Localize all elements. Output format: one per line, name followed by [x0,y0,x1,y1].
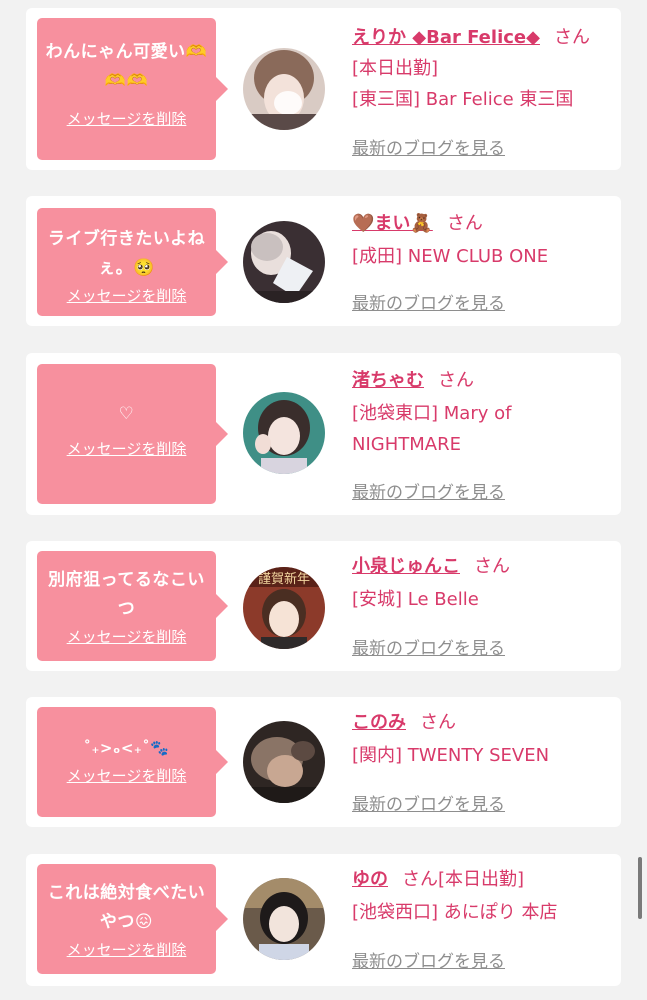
latest-blog-link[interactable]: 最新のブログを見る [352,947,505,972]
cast-name-link[interactable]: えりか ◆Bar Felice◆ [352,27,540,48]
honorific: さん [420,712,456,733]
avatar-caption: 謹賀新年 [258,571,310,587]
message-bubble: わんにゃん可愛い🫶🫶🫶 メッセージを削除 [37,18,228,160]
honorific: さん [553,27,590,48]
shop-name: [池袋東口] Mary of NIGHTMARE [352,403,512,455]
avatar[interactable] [243,878,325,960]
message-bubble: ♡ メッセージを削除 [37,364,228,504]
delete-message-link[interactable]: メッセージを削除 [67,285,187,306]
list-item: ライブ行きたいよねぇ。🥺 メッセージを削除 🤎まい🧸 さん [成田] NEW CL… [26,196,621,326]
cast-info: えりか ◆Bar Felice◆ さん [本日出勤] [東三国] Bar Felic… [352,22,614,115]
shop-name: [安城] Le Belle [352,589,479,610]
delete-message-link[interactable]: メッセージを削除 [67,438,187,459]
cast-name-link[interactable]: 渚ちゃむ [352,370,424,391]
honorific: さん [438,370,474,391]
avatar-photo [243,392,325,474]
cast-info: 小泉じゅんこ さん [安城] Le Belle [352,551,614,615]
message-bubble: ˚₊>ₒ<₊˚🐾 メッセージを削除 [37,707,228,817]
latest-blog-link[interactable]: 最新のブログを見る [352,134,505,159]
latest-blog-link[interactable]: 最新のブログを見る [352,790,505,815]
message-text: わんにゃん可愛い🫶🫶🫶 [45,42,208,91]
latest-blog-link[interactable]: 最新のブログを見る [352,634,505,659]
message-bubble: 別府狙ってるなこいつ メッセージを削除 [37,551,228,661]
cast-name-link[interactable]: ゆの [352,869,388,890]
avatar-photo [243,221,325,303]
avatar-photo: 謹賀新年 [243,567,325,649]
avatar-photo [243,48,325,130]
latest-blog-link[interactable]: 最新のブログを見る [352,478,505,503]
shop-name: [池袋西口] あにぽり 本店 [352,902,558,923]
delete-message-link[interactable]: メッセージを削除 [67,765,187,786]
shop-name: [東三国] Bar Felice 東三国 [352,89,574,110]
list-item: これは絶対食べたいやつ😖 メッセージを削除 ゆの さん[本日出勤] [池袋西口] … [26,854,621,986]
cast-info: ゆの さん[本日出勤] [池袋西口] あにぽり 本店 [352,864,614,928]
delete-message-link[interactable]: メッセージを削除 [67,108,187,129]
honorific: さん [474,556,510,577]
scrollbar[interactable] [638,857,642,919]
avatar[interactable] [243,392,325,474]
avatar-photo [243,878,325,960]
message-text: これは絶対食べたいやつ😖 [47,883,206,932]
attendance-status: [本日出勤] [438,869,525,890]
attendance-status: [本日出勤] [352,58,439,79]
list-item: ♡ メッセージを削除 渚ちゃむ さん [池袋東口] Mary of NIGHTMA… [26,353,621,515]
avatar[interactable]: 謹賀新年 [243,567,325,649]
latest-blog-link[interactable]: 最新のブログを見る [352,289,505,314]
message-text: ライブ行きたいよねぇ。🥺 [47,229,206,278]
message-text: 別府狙ってるなこいつ [48,570,205,619]
avatar-photo [243,721,325,803]
delete-message-link[interactable]: メッセージを削除 [67,939,187,960]
avatar[interactable] [243,221,325,303]
cast-info: 🤎まい🧸 さん [成田] NEW CLUB ONE [352,208,614,272]
delete-message-link[interactable]: メッセージを削除 [67,626,187,647]
avatar[interactable] [243,48,325,130]
list-item: わんにゃん可愛い🫶🫶🫶 メッセージを削除 えりか ◆Bar Felice◆ さん [… [26,8,621,170]
message-bubble: ライブ行きたいよねぇ。🥺 メッセージを削除 [37,208,228,316]
avatar[interactable] [243,721,325,803]
shop-name: [関内] TWENTY SEVEN [352,745,550,766]
cast-name-link[interactable]: このみ [352,712,406,733]
shop-name: [成田] NEW CLUB ONE [352,246,549,267]
cast-name-link[interactable]: 小泉じゅんこ [352,556,460,577]
message-text: ♡ [118,404,135,424]
honorific: さん [446,213,483,234]
cast-info: このみ さん [関内] TWENTY SEVEN [352,707,614,771]
list-item: 別府狙ってるなこいつ メッセージを削除 謹賀新年 小泉じゅんこ さん [安城] L… [26,541,621,671]
cast-info: 渚ちゃむ さん [池袋東口] Mary of NIGHTMARE [352,365,614,460]
list-item: ˚₊>ₒ<₊˚🐾 メッセージを削除 このみ さん [関内] TWENTY SEVE… [26,697,621,827]
message-text: ˚₊>ₒ<₊˚🐾 [83,739,170,757]
message-bubble: これは絶対食べたいやつ😖 メッセージを削除 [37,864,228,974]
cast-name-link[interactable]: 🤎まい🧸 [352,213,433,234]
honorific: さん [402,869,438,890]
